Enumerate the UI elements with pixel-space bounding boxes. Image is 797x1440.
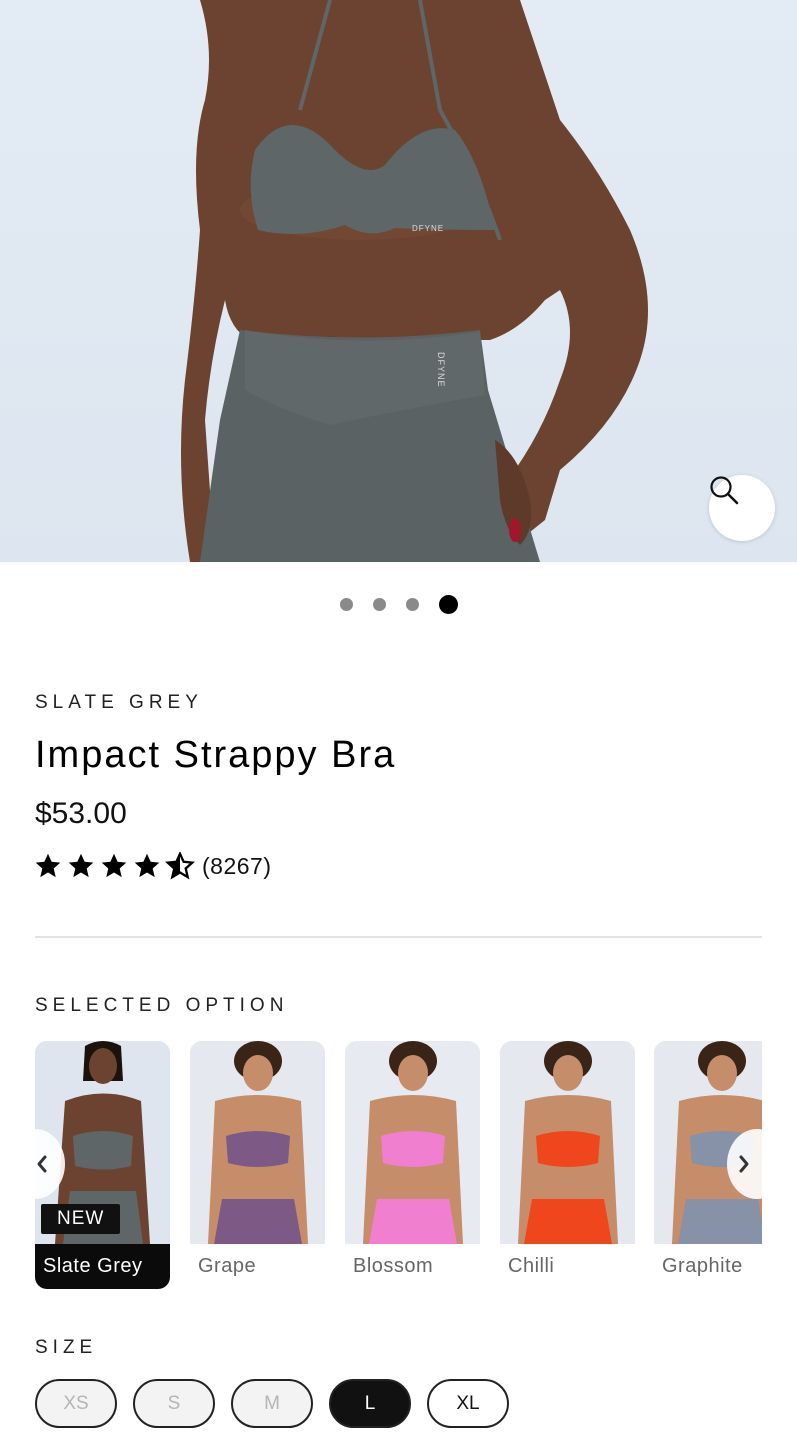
bra-logo: DFYNE bbox=[412, 224, 444, 233]
color-swatch-blossom[interactable]: Blossom bbox=[345, 1041, 480, 1289]
carousel-prev-button[interactable] bbox=[35, 1129, 65, 1199]
star-half-icon bbox=[165, 852, 195, 880]
size-option-m[interactable]: M bbox=[231, 1379, 313, 1428]
leggings-logo: DFYNE bbox=[436, 352, 446, 388]
product-price: $53.00 bbox=[35, 797, 127, 830]
pagination-dot-2[interactable] bbox=[372, 598, 386, 611]
selected-option-heading: SELECTED OPTION bbox=[35, 995, 289, 1016]
color-swatch-carousel: NEW Slate Grey Grape Blossom Chilli Grap… bbox=[35, 1041, 762, 1291]
carousel-next-button[interactable] bbox=[727, 1129, 762, 1199]
product-color-label: SLATE GREY bbox=[35, 692, 203, 713]
size-heading: SIZE bbox=[35, 1337, 98, 1358]
star-full-icon bbox=[134, 853, 160, 878]
chevron-left-icon bbox=[37, 1155, 47, 1173]
size-selector: XS S M L XL bbox=[35, 1379, 509, 1428]
product-hero-image[interactable]: DFYNE DFYNE bbox=[0, 0, 797, 562]
star-full-icon bbox=[35, 853, 61, 878]
rating-count: (8267) bbox=[202, 852, 272, 879]
swatch-label: Blossom bbox=[353, 1255, 434, 1277]
gallery-pagination bbox=[0, 595, 797, 614]
size-option-xl[interactable]: XL bbox=[427, 1379, 509, 1428]
star-full-icon bbox=[101, 853, 127, 878]
swatch-image bbox=[500, 1041, 635, 1244]
star-full-icon bbox=[68, 853, 94, 878]
chevron-right-icon bbox=[739, 1155, 749, 1173]
color-swatch-grape[interactable]: Grape bbox=[190, 1041, 325, 1289]
swatch-image bbox=[190, 1041, 325, 1244]
size-option-xs[interactable]: XS bbox=[35, 1379, 117, 1428]
product-rating[interactable]: (8267) bbox=[33, 852, 271, 880]
product-title: Impact Strappy Bra bbox=[35, 734, 397, 776]
search-icon bbox=[710, 476, 739, 505]
swatch-image bbox=[345, 1041, 480, 1244]
swatch-label: Slate Grey bbox=[35, 1244, 170, 1289]
swatch-label: Graphite bbox=[662, 1255, 743, 1277]
swatch-label: Chilli bbox=[508, 1255, 555, 1277]
model-photo: DFYNE DFYNE bbox=[181, 0, 648, 562]
new-badge: NEW bbox=[41, 1204, 121, 1234]
pagination-dot-4[interactable] bbox=[438, 595, 458, 614]
pagination-dot-1[interactable] bbox=[339, 598, 353, 611]
size-option-l[interactable]: L bbox=[329, 1379, 411, 1428]
color-swatch-chilli[interactable]: Chilli bbox=[500, 1041, 635, 1289]
pagination-dot-3[interactable] bbox=[405, 598, 419, 611]
zoom-button[interactable] bbox=[709, 475, 775, 541]
size-option-s[interactable]: S bbox=[133, 1379, 215, 1428]
swatch-label: Grape bbox=[198, 1255, 257, 1277]
section-divider bbox=[35, 936, 762, 938]
